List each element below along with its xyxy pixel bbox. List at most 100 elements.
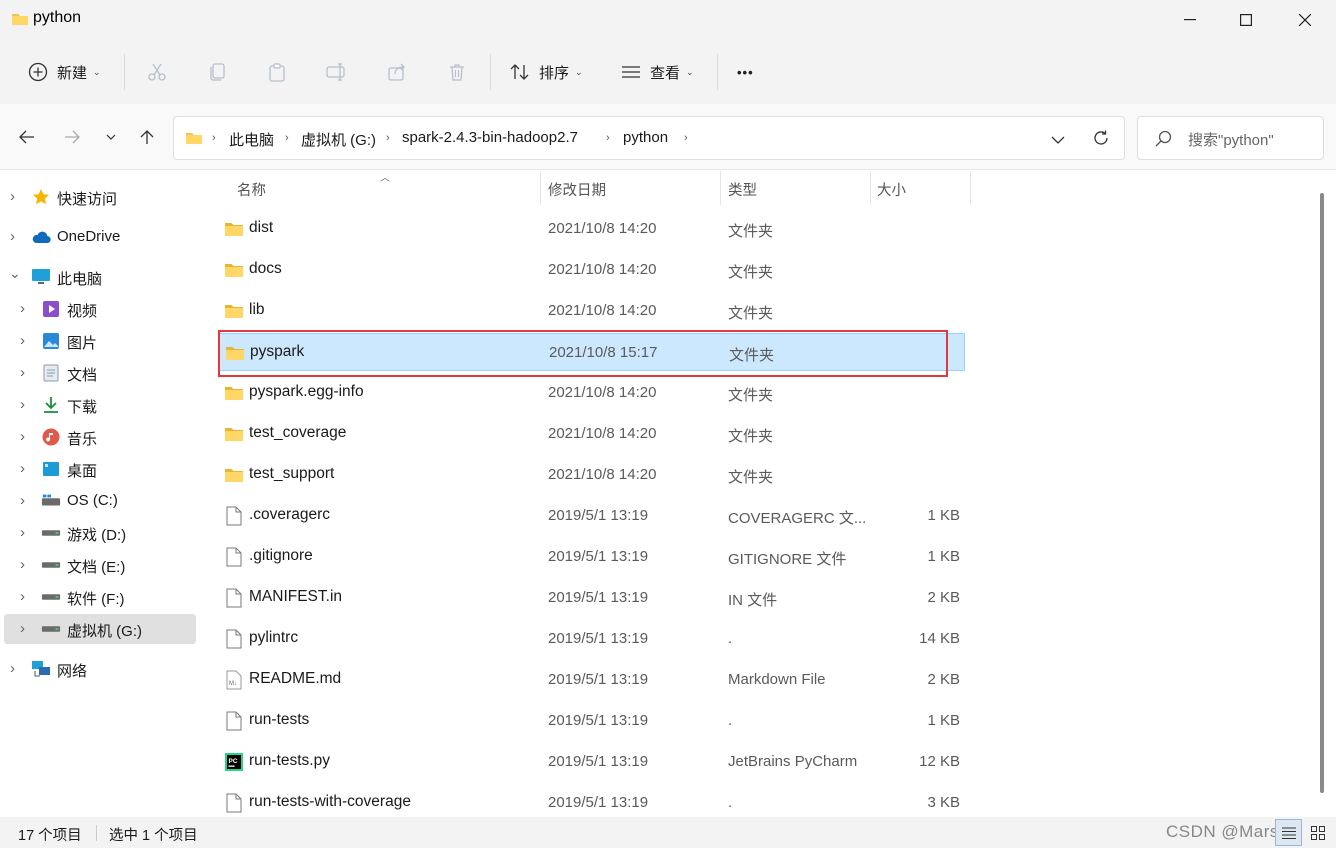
file-name: test_support (249, 465, 335, 482)
chevron-right-icon[interactable]: › (20, 428, 25, 445)
copy-button[interactable] (206, 50, 228, 94)
file-date: 2021/10/8 14:20 (548, 302, 657, 319)
markdown-icon: M↓ (224, 670, 244, 690)
breadcrumb-python[interactable]: python (623, 129, 668, 146)
sidebar-item-drive-c[interactable]: › OS (C:) (4, 486, 196, 516)
sidebar-item-quick-access[interactable]: › 快速访问 (4, 182, 196, 212)
file-row[interactable]: lib 2021/10/8 14:20 文件夹 (218, 292, 965, 330)
rename-button[interactable] (326, 50, 348, 94)
chevron-right-icon[interactable]: › (20, 588, 25, 605)
file-row[interactable]: .gitignore 2019/5/1 13:19 GITIGNORE 文件 1 KB (218, 538, 965, 576)
chevron-right-icon[interactable]: › (10, 228, 15, 245)
refresh-icon[interactable] (1092, 129, 1110, 151)
maximize-button[interactable] (1217, 0, 1275, 40)
sidebar-item-drive-f[interactable]: › 软件 (F:) (4, 582, 196, 612)
file-row[interactable]: M↓ README.md 2019/5/1 13:19 Markdown File 2 … (218, 661, 965, 699)
chevron-right-icon: › (212, 132, 216, 144)
pictures-icon (41, 331, 61, 351)
sidebar-item-pictures[interactable]: › 图片 (4, 326, 196, 356)
chevron-right-icon[interactable]: › (20, 524, 25, 541)
vertical-scrollbar[interactable] (1319, 183, 1326, 808)
chevron-right-icon[interactable]: › (20, 556, 25, 573)
recent-locations-button[interactable] (100, 126, 122, 148)
chevron-right-icon[interactable]: › (20, 620, 25, 637)
scrollbar-thumb[interactable] (1320, 193, 1324, 793)
column-header-type[interactable]: 类型 (728, 179, 757, 200)
file-date: 2019/5/1 13:19 (548, 507, 649, 524)
sidebar-item-drive-d[interactable]: › 游戏 (D:) (4, 518, 196, 548)
file-name: test_coverage (249, 424, 347, 441)
forward-button[interactable] (61, 126, 83, 148)
file-type: . (728, 630, 733, 647)
chevron-right-icon[interactable]: › (20, 460, 25, 477)
file-name: MANIFEST.in (249, 588, 343, 605)
file-name: dist (249, 219, 274, 236)
share-button[interactable] (386, 50, 408, 94)
file-size: 3 KB (927, 794, 960, 811)
sidebar-item-drive-e[interactable]: › 文档 (E:) (4, 550, 196, 580)
breadcrumb-drive-g[interactable]: 虚拟机 (G:) (301, 129, 376, 150)
column-header-name[interactable]: 名称 (237, 179, 266, 200)
sidebar-item-onedrive[interactable]: › OneDrive (4, 222, 196, 252)
sidebar-item-label: 桌面 (67, 463, 98, 480)
chevron-right-icon: › (684, 132, 688, 144)
chevron-right-icon[interactable]: › (20, 492, 25, 509)
file-row[interactable]: test_coverage 2021/10/8 14:20 文件夹 (218, 415, 965, 453)
back-button[interactable] (16, 126, 38, 148)
details-view-button[interactable] (1275, 819, 1302, 846)
file-row[interactable]: dist 2021/10/8 14:20 文件夹 (218, 210, 965, 248)
breadcrumb-this-pc[interactable]: 此电脑 (229, 129, 274, 150)
chevron-down-icon[interactable]: ⌄ (9, 265, 21, 282)
chevron-right-icon[interactable]: › (10, 188, 15, 205)
address-bar[interactable]: › 此电脑 › 虚拟机 (G:) › spark-2.4.3-bin-hadoo… (173, 116, 1125, 160)
up-button[interactable] (136, 126, 158, 148)
file-row[interactable]: PC run-tests.py 2019/5/1 13:19 JetBrains Py… (218, 743, 965, 781)
sidebar-item-network[interactable]: › 网络 (4, 654, 196, 684)
folder-icon (224, 383, 244, 403)
chevron-right-icon[interactable]: › (20, 364, 25, 381)
sidebar-item-desktop[interactable]: › 桌面 (4, 454, 196, 484)
view-button[interactable]: 查看 ⌄ (620, 50, 694, 94)
breadcrumb-spark[interactable]: spark-2.4.3-bin-hadoop2.7 (402, 129, 578, 146)
close-button[interactable] (1276, 0, 1334, 40)
chevron-right-icon[interactable]: › (20, 332, 25, 349)
sidebar-item-this-pc[interactable]: ⌄ 此电脑 (4, 262, 196, 292)
sort-button[interactable]: 排序 ⌄ (509, 50, 583, 94)
paste-button[interactable] (266, 50, 288, 94)
file-row[interactable]: .coveragerc 2019/5/1 13:19 COVERAGERC 文...… (218, 497, 965, 535)
chevron-right-icon[interactable]: › (20, 396, 25, 413)
delete-button[interactable] (446, 50, 468, 94)
more-button[interactable]: ••• (737, 50, 754, 94)
file-row[interactable]: docs 2021/10/8 14:20 文件夹 (218, 251, 965, 289)
sidebar-item-label: 虚拟机 (G:) (67, 623, 142, 640)
sidebar-item-downloads[interactable]: › 下载 (4, 390, 196, 420)
file-date: 2021/10/8 14:20 (548, 466, 657, 483)
sidebar-item-music[interactable]: › 音乐 (4, 422, 196, 452)
file-row[interactable]: run-tests 2019/5/1 13:19. 1 KB (218, 702, 965, 740)
minimize-button[interactable] (1161, 0, 1219, 40)
file-row[interactable]: pylintrc 2019/5/1 13:19. 14 KB (218, 620, 965, 658)
sidebar-item-label: 下载 (67, 399, 98, 416)
item-count: 17 个项目 (18, 828, 82, 844)
chevron-right-icon[interactable]: › (10, 660, 15, 677)
cut-button[interactable] (146, 50, 168, 94)
search-box[interactable]: 搜索"python" (1137, 116, 1324, 160)
column-header-date[interactable]: 修改日期 (548, 179, 606, 200)
sort-label: 排序 (539, 64, 570, 82)
sidebar-item-videos[interactable]: › 视频 (4, 294, 196, 324)
file-row[interactable]: test_support 2021/10/8 14:20 文件夹 (218, 456, 965, 494)
sidebar-item-documents[interactable]: › 文档 (4, 358, 196, 388)
new-button[interactable]: 新建 ⌄ (27, 50, 101, 94)
sidebar-item-drive-g[interactable]: › 虚拟机 (G:) (4, 614, 196, 644)
file-row[interactable]: MANIFEST.in 2019/5/1 13:19 IN 文件 2 KB (218, 579, 965, 617)
chevron-right-icon[interactable]: › (20, 300, 25, 317)
address-history-chevron-icon[interactable] (1051, 131, 1065, 148)
pycharm-icon: PC (224, 752, 244, 772)
file-list: ︿ 名称 修改日期 类型 大小 dist 2021/10/8 14:20 文件夹 do… (200, 171, 1336, 817)
file-row[interactable]: pyspark.egg-info 2021/10/8 14:20 文件夹 (218, 374, 965, 412)
tiles-view-button[interactable] (1304, 819, 1331, 846)
file-name: README.md (249, 670, 342, 687)
title-bar: python (0, 0, 1336, 40)
svg-text:M↓: M↓ (229, 681, 237, 687)
column-header-size[interactable]: 大小 (877, 179, 906, 200)
